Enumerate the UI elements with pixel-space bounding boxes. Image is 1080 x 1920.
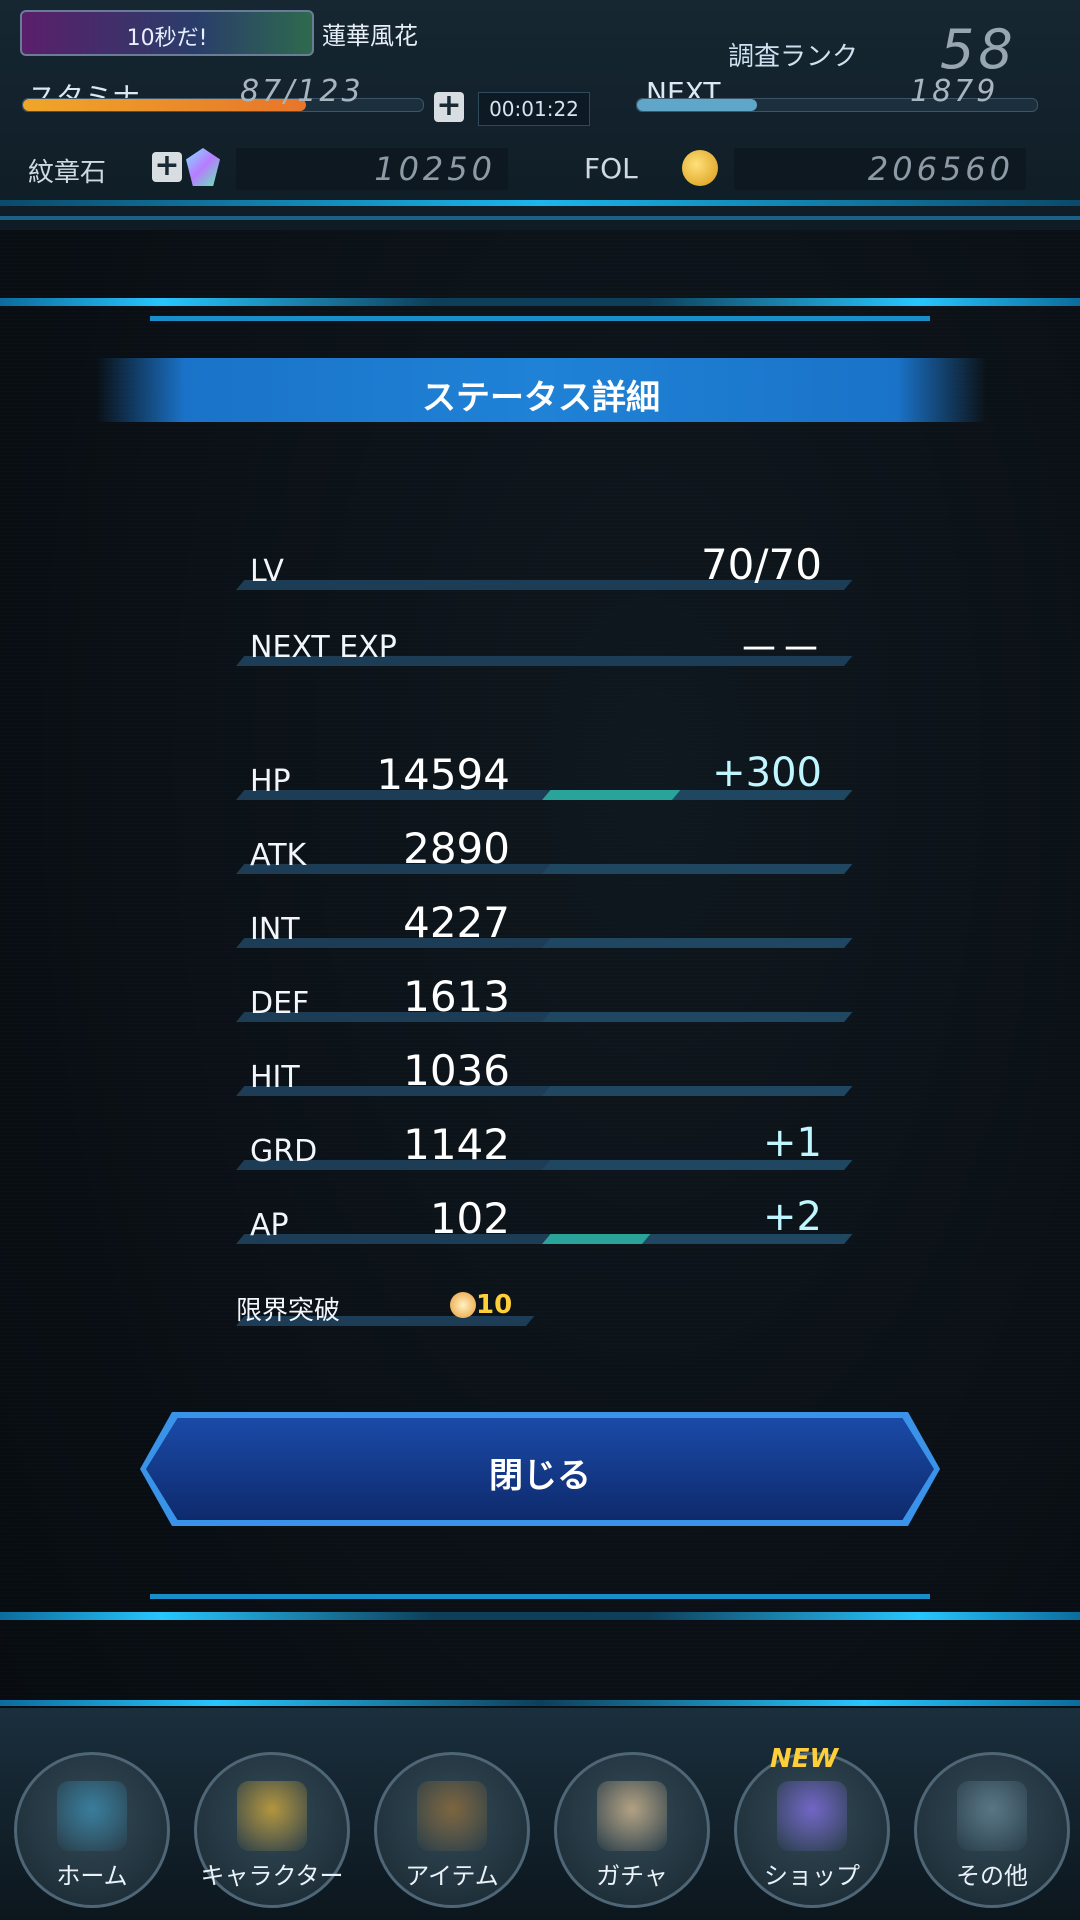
- stat-row-int: INT 4227: [236, 888, 853, 958]
- modal-title-band: ステータス詳細: [96, 358, 986, 422]
- stat-label: HIT: [250, 1060, 300, 1095]
- rank-value: 58: [940, 18, 1017, 81]
- lv-label: LV: [250, 554, 284, 589]
- stat-bonus-bar-fill: [542, 790, 681, 800]
- nav-item-2[interactable]: キャラクター: [194, 1752, 350, 1908]
- crest-stone-icon: [186, 148, 220, 186]
- next-exp-value: －－: [737, 625, 822, 674]
- fol-value: 206560: [867, 150, 1014, 188]
- stamina-recover-button[interactable]: +: [434, 91, 464, 122]
- stat-bonus: +300: [712, 750, 822, 796]
- stat-value: 2890: [403, 824, 510, 873]
- stat-row-hit: HIT 1036: [236, 1036, 853, 1106]
- crest-value: 10250: [374, 150, 496, 188]
- stat-bonus: +1: [763, 1120, 822, 1166]
- hud-divider: [0, 200, 1080, 206]
- stat-row-grd: GRD 1142 +1: [236, 1110, 853, 1180]
- crest-add-button[interactable]: +: [152, 151, 182, 182]
- stat-row-def: DEF 1613: [236, 962, 853, 1032]
- stat-bonus: +2: [763, 1194, 822, 1240]
- stat-value: 4227: [403, 898, 510, 947]
- stamina-bar: [22, 98, 424, 112]
- shop-new-badge: NEW: [770, 1744, 839, 1774]
- modal-frame-bottom: [0, 1592, 1080, 1632]
- nav-item-1[interactable]: ホーム: [14, 1752, 170, 1908]
- player-name: 蓮華風花: [322, 22, 418, 50]
- nav-item-5[interactable]: ショップ: [734, 1752, 890, 1908]
- fol-label: FOL: [584, 152, 638, 185]
- stat-label: HP: [250, 764, 291, 799]
- stat-label: DEF: [250, 986, 310, 1021]
- stat-label: INT: [250, 912, 300, 947]
- stat-row-ap: AP 102 +2: [236, 1184, 853, 1254]
- stat-value: 102: [429, 1194, 510, 1243]
- stat-label: GRD: [250, 1134, 318, 1169]
- shop-crystal-icon: [777, 1781, 847, 1851]
- close-button-label: 閉じる: [489, 1456, 591, 1496]
- nav-item-label: ホーム: [56, 1862, 128, 1890]
- stat-row-hp: HP 14594 +300: [236, 740, 853, 810]
- item-bag-icon: [417, 1781, 487, 1851]
- next-exp-bar-fill: [637, 99, 757, 111]
- characters-icon: [237, 1781, 307, 1851]
- stat-label: ATK: [250, 838, 307, 873]
- home-door-icon: [57, 1781, 127, 1851]
- nav-item-label: ショップ: [764, 1862, 860, 1890]
- stat-value: 1613: [403, 972, 510, 1021]
- stat-bonus-bar: [542, 1086, 853, 1096]
- nav-item-4[interactable]: ガチャ: [554, 1752, 710, 1908]
- event-badge-label: 10秒だ!: [126, 26, 208, 51]
- nav-item-label: キャラクター: [200, 1862, 344, 1890]
- stat-value: 14594: [376, 750, 510, 799]
- lv-value: 70/70: [700, 540, 822, 589]
- stamina-timer: 00:01:22: [478, 92, 590, 126]
- stat-bonus-bar: [542, 1012, 853, 1022]
- top-hud: 10秒だ! 蓮華風花 調査ランク 58 スタミナ 87/123 + 00:01:…: [0, 0, 1080, 230]
- next-value: 1879: [910, 74, 999, 109]
- limit-break-icon: [450, 1292, 476, 1318]
- stamina-value: 87/123: [240, 74, 364, 109]
- stat-bonus-bar-fill: [542, 1234, 651, 1244]
- crest-label: 紋章石: [28, 158, 107, 188]
- stat-value: 1142: [403, 1120, 510, 1169]
- event-badge[interactable]: 10秒だ!: [20, 10, 314, 56]
- stat-bonus-bar: [542, 864, 853, 874]
- rank-label: 調査ランク: [728, 42, 859, 72]
- next-exp-label: NEXT EXP: [250, 630, 397, 665]
- nav-item-label: ガチャ: [596, 1862, 668, 1890]
- modal-frame-top: [0, 298, 1080, 328]
- nav-item-label: アイテム: [405, 1862, 499, 1890]
- limit-break-label: 限界突破: [236, 1296, 341, 1326]
- coin-icon: [682, 150, 718, 186]
- nav-item-label: その他: [956, 1862, 1028, 1890]
- next-exp-row: NEXT EXP －－: [236, 606, 853, 676]
- modal-title: ステータス詳細: [422, 378, 660, 418]
- stat-label: AP: [250, 1208, 289, 1243]
- close-button[interactable]: 閉じる: [140, 1412, 940, 1526]
- gacha-icon: [597, 1781, 667, 1851]
- limit-break-value: 10: [476, 1290, 513, 1320]
- stat-value: 1036: [403, 1046, 510, 1095]
- gear-icon: [957, 1781, 1027, 1851]
- stat-bonus-bar: [542, 938, 853, 948]
- nav-item-6[interactable]: その他: [914, 1752, 1070, 1908]
- hud-divider-secondary: [0, 216, 1080, 220]
- nav-divider: [0, 1700, 1080, 1706]
- nav-item-3[interactable]: アイテム: [374, 1752, 530, 1908]
- stat-row-atk: ATK 2890: [236, 814, 853, 884]
- lv-row: LV 70/70: [236, 530, 853, 600]
